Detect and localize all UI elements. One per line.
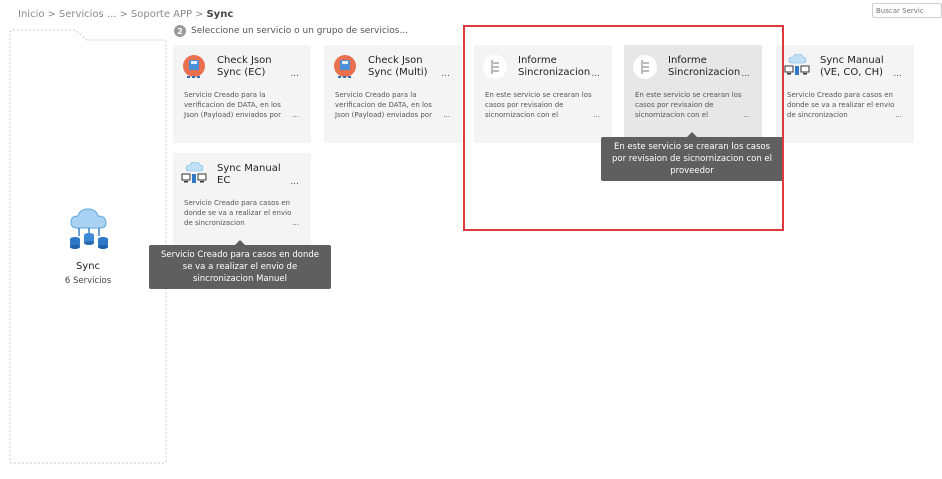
card-more-menu[interactable]: ... (893, 69, 902, 79)
card-title: Check Json Sync (Multi) (368, 55, 428, 78)
card-description-more[interactable]: ... (895, 111, 902, 119)
breadcrumb-inicio[interactable]: Inicio (18, 9, 44, 20)
computer-sync-icon (784, 54, 810, 75)
tooltip-arrow (235, 240, 245, 245)
card-title: Check Json Sync (EC) (217, 55, 272, 78)
card-more-menu[interactable]: ... (290, 69, 299, 79)
computer-sync-icon (181, 162, 207, 183)
breadcrumb-separator: > (119, 9, 128, 20)
card-description-more[interactable]: ... (292, 219, 299, 227)
card-description-more[interactable]: ... (292, 111, 299, 119)
card-more-menu[interactable]: ... (441, 69, 450, 79)
card-description-more[interactable]: ... (443, 111, 450, 119)
card-description: Servicio Creado para la verificacion de … (335, 91, 432, 119)
breadcrumb-separator: > (195, 9, 204, 20)
group-count: 6 Servicios (64, 276, 112, 286)
breadcrumb: Inicio > Servicios ... > Soporte APP > S… (18, 9, 233, 20)
service-card-check-json-multi[interactable]: Check Json Sync (Multi) ... Servicio Cre… (324, 45, 462, 143)
card-title: Sync Manual (VE, CO, CH) (820, 55, 884, 78)
breadcrumb-separator: > (47, 9, 56, 20)
breadcrumb-current: Sync (206, 9, 234, 20)
disk-user-icon (183, 55, 205, 78)
step-indicator: 2 Seleccione un servicio o un grupo de s… (174, 25, 408, 37)
highlight-box (463, 25, 784, 231)
card-title: Sync Manual EC (217, 163, 281, 186)
card-description: Servicio Creado para casos en donde se v… (184, 199, 292, 227)
breadcrumb-servicios[interactable]: Servicios ... (59, 9, 117, 20)
service-card-sync-manual-ec[interactable]: Sync Manual EC ... Servicio Creado para … (173, 153, 311, 251)
tooltip-sync-manual-ec: Servicio Creado para casos en donde se v… (149, 240, 331, 289)
card-description: Servicio Creado para casos en donde se v… (787, 91, 895, 119)
disk-user-icon (334, 55, 356, 78)
search-input[interactable] (872, 3, 942, 18)
cloud-network-icon (70, 208, 108, 249)
group-title: Sync (75, 261, 101, 272)
step-number: 2 (174, 25, 186, 37)
service-card-sync-manual-multi[interactable]: Sync Manual (VE, CO, CH) ... Servicio Cr… (776, 45, 914, 143)
card-more-menu[interactable]: ... (290, 177, 299, 187)
breadcrumb-soporte-app[interactable]: Soporte APP (131, 9, 192, 20)
step-label: Seleccione un servicio o un grupo de ser… (191, 26, 409, 36)
service-group-folder[interactable]: Sync 6 Servicios (9, 28, 167, 464)
service-card-check-json-ec[interactable]: Check Json Sync (EC) ... Servicio Creado… (173, 45, 311, 143)
tooltip-text: Servicio Creado para casos en donde se v… (160, 250, 319, 284)
card-description: Servicio Creado para la verificacion de … (184, 91, 281, 119)
